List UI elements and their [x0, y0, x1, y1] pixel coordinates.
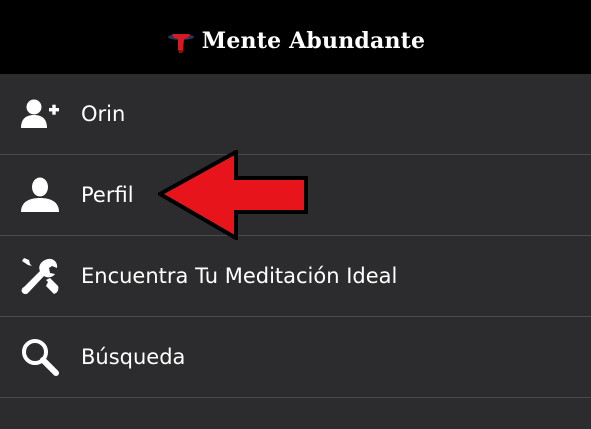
menu-item-label: Búsqueda	[81, 345, 186, 369]
user-profile-icon	[19, 174, 61, 216]
menu-item-label: Perfil	[81, 183, 134, 207]
menu-item-label: Encuentra Tu Meditación Ideal	[81, 264, 398, 288]
app-title: Mente Abundante	[201, 28, 426, 54]
tools-icon	[19, 255, 61, 297]
annotation-arrow-icon	[158, 150, 308, 240]
app-header: Mente Abundante	[0, 0, 591, 74]
search-icon	[19, 336, 61, 378]
menu-item-orin[interactable]: Orin	[0, 74, 591, 155]
brand[interactable]: Mente Abundante	[166, 28, 425, 54]
add-user-icon	[19, 93, 61, 135]
menu-item-partial[interactable]	[0, 398, 591, 428]
menu-item-meditacion[interactable]: Encuentra Tu Meditación Ideal	[0, 236, 591, 317]
bull-logo-icon	[166, 28, 196, 54]
side-menu: Orin Perfil Encuentra Tu Meditación Idea…	[0, 74, 591, 428]
menu-item-busqueda[interactable]: Búsqueda	[0, 317, 591, 398]
menu-item-label: Orin	[81, 102, 126, 126]
